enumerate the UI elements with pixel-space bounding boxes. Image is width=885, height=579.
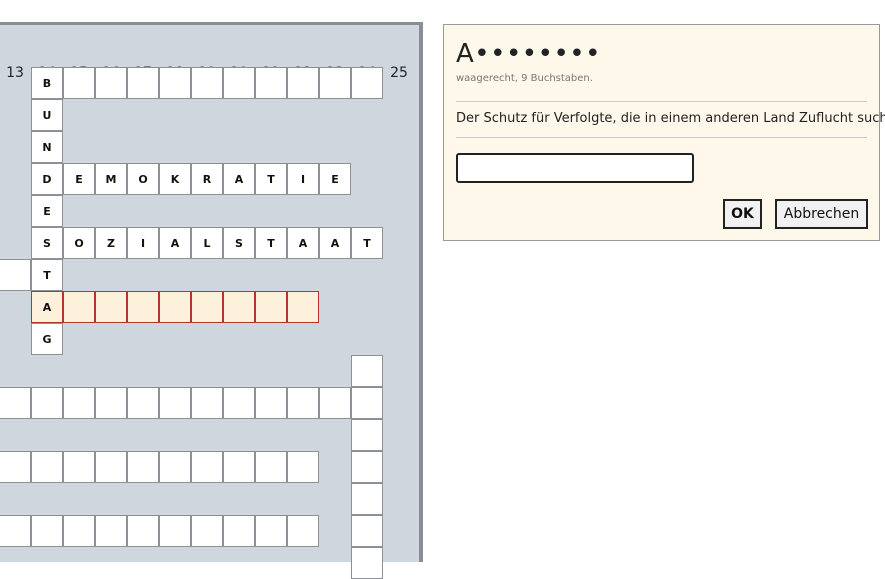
- crossword-cell[interactable]: [63, 451, 95, 483]
- active-crossword-cell[interactable]: [191, 291, 223, 323]
- crossword-cell[interactable]: [223, 67, 255, 99]
- crossword-cell[interactable]: [255, 451, 287, 483]
- crossword-cell[interactable]: [127, 451, 159, 483]
- crossword-cell[interactable]: [0, 451, 31, 483]
- column-number: 13: [6, 65, 24, 81]
- crossword-cell[interactable]: [127, 67, 159, 99]
- crossword-cell[interactable]: [223, 515, 255, 547]
- crossword-cell[interactable]: [191, 451, 223, 483]
- active-crossword-cell[interactable]: A: [31, 291, 63, 323]
- crossword-cell[interactable]: [127, 515, 159, 547]
- crossword-cell[interactable]: T: [255, 227, 287, 259]
- crossword-cell[interactable]: [223, 387, 255, 419]
- cancel-button[interactable]: Abbrechen: [775, 199, 868, 229]
- crossword-cell[interactable]: [287, 387, 319, 419]
- crossword-cell[interactable]: K: [159, 163, 191, 195]
- crossword-cell[interactable]: [0, 259, 31, 291]
- crossword-cell[interactable]: T: [255, 163, 287, 195]
- crossword-cell[interactable]: A: [287, 227, 319, 259]
- divider: [456, 101, 867, 102]
- crossword-cell[interactable]: [287, 451, 319, 483]
- crossword-cell[interactable]: D: [31, 163, 63, 195]
- crossword-cell[interactable]: [159, 387, 191, 419]
- crossword-cell[interactable]: I: [287, 163, 319, 195]
- crossword-cell[interactable]: I: [127, 227, 159, 259]
- crossword-cell[interactable]: A: [319, 227, 351, 259]
- crossword-board: 13141516171819202122232425 BUNDESTAGEMOK…: [0, 22, 423, 579]
- crossword-cell[interactable]: [351, 451, 383, 483]
- crossword-cell[interactable]: [319, 67, 351, 99]
- crossword-cell[interactable]: [255, 387, 287, 419]
- crossword-cell[interactable]: [223, 451, 255, 483]
- crossword-cell[interactable]: [351, 355, 383, 387]
- crossword-cell[interactable]: M: [95, 163, 127, 195]
- crossword-cell[interactable]: T: [351, 227, 383, 259]
- crossword-cell[interactable]: [351, 547, 383, 579]
- crossword-cell[interactable]: A: [223, 163, 255, 195]
- clue-direction-length: waagerecht, 9 Buchstaben.: [456, 73, 593, 84]
- ok-button[interactable]: OK: [723, 199, 762, 229]
- crossword-cell[interactable]: [287, 67, 319, 99]
- crossword-cell[interactable]: O: [127, 163, 159, 195]
- crossword-cell[interactable]: [95, 451, 127, 483]
- crossword-cell[interactable]: L: [191, 227, 223, 259]
- crossword-cell[interactable]: [95, 515, 127, 547]
- clue-dialog: A•••••••• waagerecht, 9 Buchstaben. Der …: [443, 24, 885, 241]
- crossword-cell[interactable]: [159, 451, 191, 483]
- crossword-cell[interactable]: [287, 515, 319, 547]
- crossword-cell[interactable]: S: [223, 227, 255, 259]
- crossword-cell[interactable]: N: [31, 131, 63, 163]
- crossword-cell[interactable]: [191, 67, 223, 99]
- crossword-cell[interactable]: [31, 515, 63, 547]
- crossword-cell[interactable]: T: [31, 259, 63, 291]
- crossword-cell[interactable]: [95, 387, 127, 419]
- active-crossword-cell[interactable]: [223, 291, 255, 323]
- crossword-cell[interactable]: [159, 67, 191, 99]
- crossword-cell[interactable]: [31, 387, 63, 419]
- crossword-cell[interactable]: E: [319, 163, 351, 195]
- crossword-cell[interactable]: E: [31, 195, 63, 227]
- column-number: 25: [390, 65, 408, 81]
- crossword-cell[interactable]: S: [31, 227, 63, 259]
- answer-input[interactable]: [456, 153, 694, 183]
- crossword-cell[interactable]: [63, 67, 95, 99]
- crossword-cell[interactable]: [31, 451, 63, 483]
- crossword-cell[interactable]: [351, 483, 383, 515]
- active-crossword-cell[interactable]: [127, 291, 159, 323]
- crossword-cell[interactable]: [255, 515, 287, 547]
- crossword-cell[interactable]: [63, 387, 95, 419]
- crossword-cell[interactable]: [63, 515, 95, 547]
- crossword-cell[interactable]: R: [191, 163, 223, 195]
- crossword-cell[interactable]: [0, 515, 31, 547]
- crossword-cell[interactable]: [127, 387, 159, 419]
- active-crossword-cell[interactable]: [95, 291, 127, 323]
- crossword-cell[interactable]: [159, 515, 191, 547]
- crossword-cell[interactable]: [351, 515, 383, 547]
- active-crossword-cell[interactable]: [287, 291, 319, 323]
- crossword-cell[interactable]: B: [31, 67, 63, 99]
- crossword-cell[interactable]: O: [63, 227, 95, 259]
- crossword-cell[interactable]: U: [31, 99, 63, 131]
- crossword-cell[interactable]: Z: [95, 227, 127, 259]
- crossword-cell[interactable]: E: [63, 163, 95, 195]
- divider: [456, 137, 867, 138]
- crossword-cell[interactable]: A: [159, 227, 191, 259]
- clue-pattern: A••••••••: [456, 39, 601, 69]
- crossword-cell[interactable]: [351, 67, 383, 99]
- crossword-cell[interactable]: [319, 387, 351, 419]
- active-crossword-cell[interactable]: [255, 291, 287, 323]
- crossword-cell[interactable]: [191, 387, 223, 419]
- crossword-cell[interactable]: [191, 515, 223, 547]
- crossword-cell[interactable]: G: [31, 323, 63, 355]
- active-crossword-cell[interactable]: [63, 291, 95, 323]
- clue-text: Der Schutz für Verfolgte, die in einem a…: [456, 111, 885, 126]
- crossword-cell[interactable]: [95, 67, 127, 99]
- crossword-cell[interactable]: [255, 67, 287, 99]
- crossword-cell[interactable]: [351, 387, 383, 419]
- crossword-cell[interactable]: [0, 387, 31, 419]
- active-crossword-cell[interactable]: [159, 291, 191, 323]
- crossword-cell[interactable]: [351, 419, 383, 451]
